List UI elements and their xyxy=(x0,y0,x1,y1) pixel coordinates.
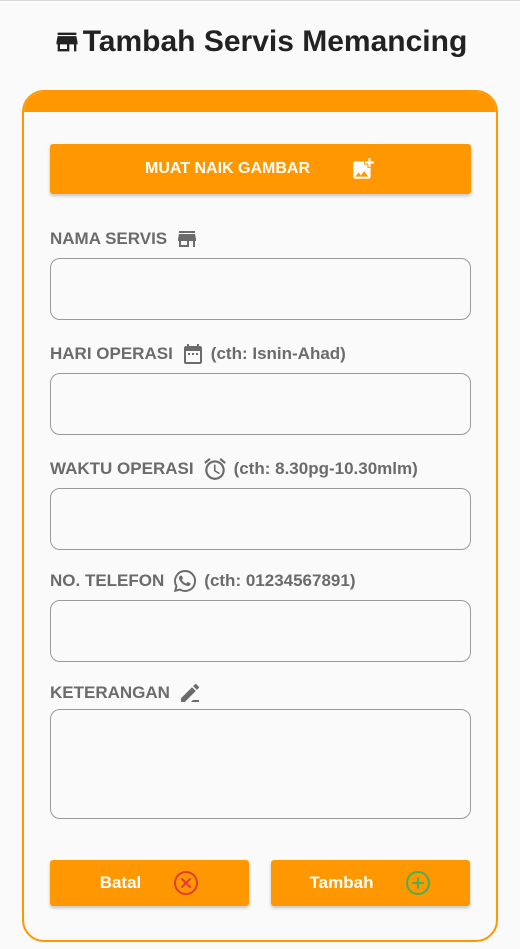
edit-pen-icon xyxy=(178,681,202,705)
add-button[interactable]: Tambah xyxy=(271,860,470,906)
page-title-text: Tambah Servis Memancing xyxy=(82,25,468,58)
card-header-bar xyxy=(24,92,496,112)
field-label-text: WAKTU OPERASI xyxy=(50,459,194,478)
waktu-operasi-input[interactable] xyxy=(50,488,471,550)
field-label-text: NO. TELEFON xyxy=(50,571,165,590)
add-label: Tambah xyxy=(309,873,374,892)
field-hint-text: (cth: Isnin-Ahad) xyxy=(210,344,346,363)
form-card: MUAT NAIK GAMBAR NAMA SERVIS HARI OPERAS… xyxy=(22,90,498,942)
field-label-hari-operasi: HARI OPERASI (cth: Isnin-Ahad) xyxy=(50,341,346,367)
add-circle-icon xyxy=(405,870,431,896)
field-label-text: KETERANGAN xyxy=(50,683,170,702)
calendar-icon xyxy=(181,342,205,366)
field-label-nama-servis: NAMA SERVIS xyxy=(50,226,205,252)
upload-image-button[interactable]: MUAT NAIK GAMBAR xyxy=(50,144,471,194)
store-icon xyxy=(175,227,199,251)
keterangan-textarea[interactable] xyxy=(50,709,471,819)
page-title: Tambah Servis Memancing xyxy=(0,22,520,62)
field-label-waktu-operasi: WAKTU OPERASI (cth: 8.30pg-10.30mlm) xyxy=(50,456,418,482)
cancel-button[interactable]: Batal xyxy=(50,860,249,906)
field-label-no-telefon: NO. TELEFON (cth: 01234567891) xyxy=(50,568,356,594)
alarm-clock-icon xyxy=(202,456,228,482)
status-divider xyxy=(0,0,520,1)
upload-image-label: MUAT NAIK GAMBAR xyxy=(144,160,310,177)
nama-servis-input[interactable] xyxy=(50,258,471,320)
cancel-label: Batal xyxy=(99,873,142,892)
field-hint-text: (cth: 01234567891) xyxy=(204,571,356,590)
no-telefon-input[interactable] xyxy=(50,600,471,662)
whatsapp-icon xyxy=(172,568,198,594)
add-photo-icon xyxy=(350,156,376,182)
field-hint-text: (cth: 8.30pg-10.30mlm) xyxy=(233,459,418,478)
hari-operasi-input[interactable] xyxy=(50,373,471,435)
field-label-keterangan: KETERANGAN xyxy=(50,680,208,706)
field-label-text: HARI OPERASI xyxy=(50,344,173,363)
field-label-text: NAMA SERVIS xyxy=(50,229,168,248)
store-icon xyxy=(53,28,81,56)
cancel-circle-icon xyxy=(173,870,199,896)
